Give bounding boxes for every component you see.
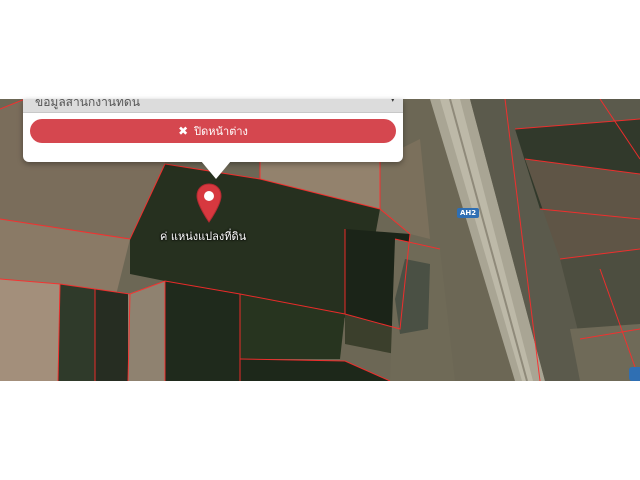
chevron-down-icon: ▾ [390,99,395,105]
close-window-label: ปิดหน้าต่าง [194,125,248,138]
info-popup: ข้อมูลสำนักงานที่ดิน ▾ ✖ ปิดหน้าต่าง [23,99,403,179]
marker-label: ค่ แหน่งแปลงที่ดิน [160,230,247,243]
map-marker-icon[interactable] [196,183,222,223]
highway-label: AH2 [457,208,480,218]
popup-pointer [201,161,231,179]
info-select-value: ข้อมูลสำนักงานที่ดิน [35,99,140,109]
times-icon: ✖ [178,124,189,138]
map-control-icon[interactable] [629,367,640,381]
close-window-button[interactable]: ✖ ปิดหน้าต่าง [30,119,396,143]
info-select[interactable]: ข้อมูลสำนักงานที่ดิน ▾ [23,99,403,113]
